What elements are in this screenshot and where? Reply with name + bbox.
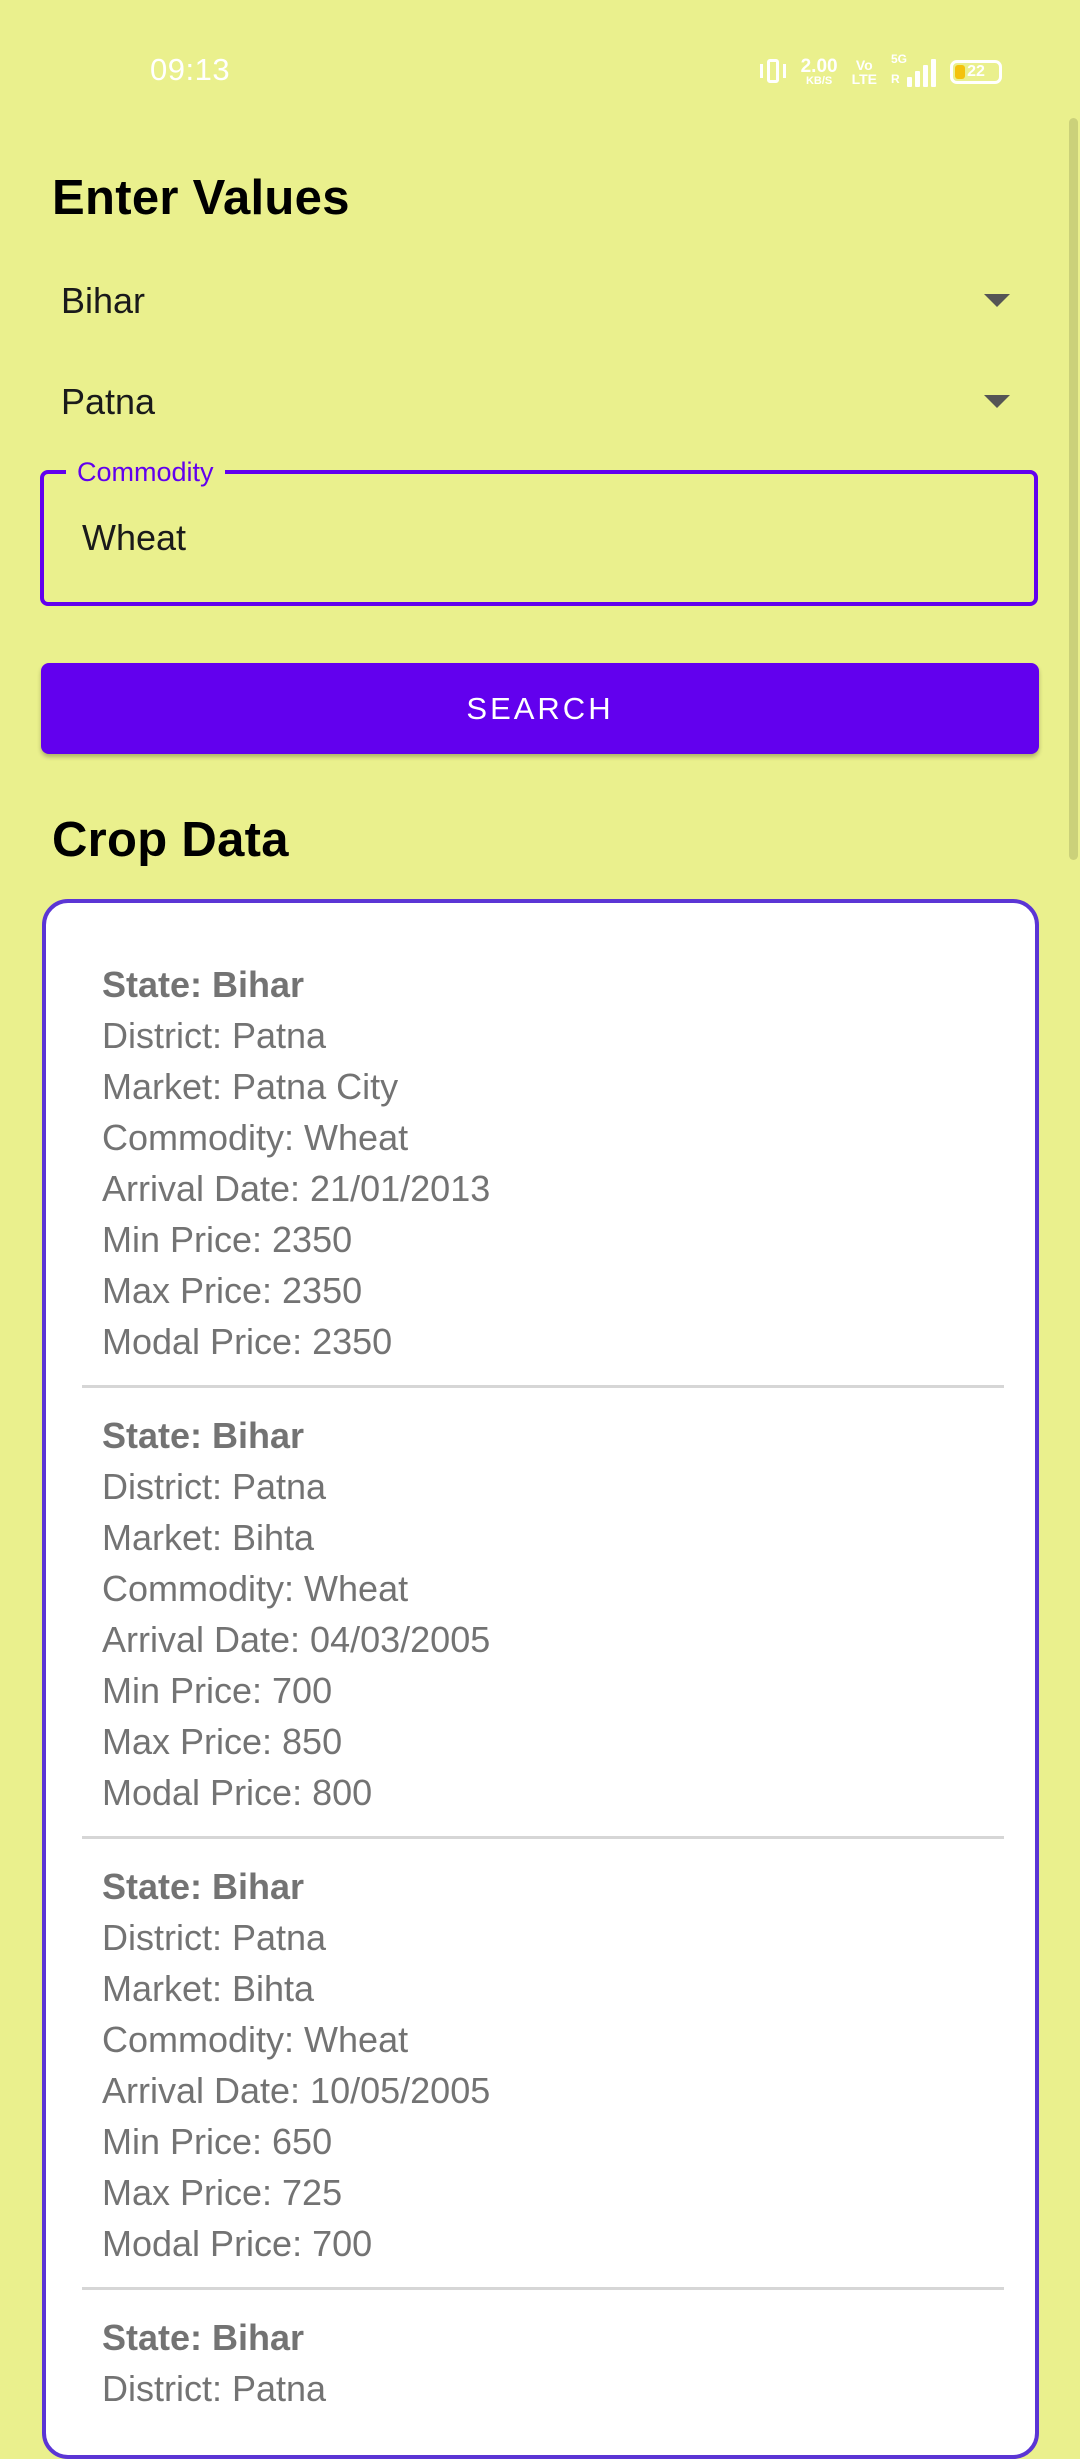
district-dropdown-value: Patna [61,381,156,422]
record-arrival-date: Arrival Date: 04/03/2005 [102,1619,491,1660]
record-commodity: Commodity: Wheat [102,2019,409,2060]
record-modal-price: Modal Price: 700 [102,2223,373,2264]
network-speed-value: 2.00 [800,56,838,77]
record-district: District: Patna [102,1466,327,1507]
record-state: State: Bihar [102,1866,305,1907]
list-item[interactable]: State: Bihar District: Patna Market: Pat… [82,959,1004,1367]
record-arrival-date: Arrival Date: 21/01/2013 [102,1168,491,1209]
record-state: State: Bihar [102,2317,305,2358]
battery-level: 22 [967,63,985,80]
record-modal-price: Modal Price: 2350 [102,1321,393,1362]
record-max-price: Max Price: 725 [102,2172,343,2213]
network-speed: 2.00 KB/S [801,57,838,87]
record-district: District: Patna [102,1917,327,1958]
search-button[interactable]: SEARCH [41,663,1039,754]
scrollbar-thumb[interactable] [1069,118,1078,860]
vibrate-icon [759,57,787,87]
record-state: State: Bihar [102,964,305,1005]
network-speed-unit: KB/S [805,75,833,87]
record-modal-price: Modal Price: 800 [102,1772,373,1813]
dropdown-arrow-icon [984,294,1010,307]
list-item[interactable]: State: Bihar District: Patna Market: Bih… [82,1410,1004,1818]
record-market: Market: Patna City [102,1066,399,1107]
crop-data-list[interactable]: State: Bihar District: Patna Market: Pat… [42,899,1039,2459]
district-dropdown[interactable]: Patna [40,357,1040,447]
list-divider [82,1385,1004,1388]
commodity-field[interactable]: Commodity [40,455,1038,606]
status-icons: 2.00 KB/S Vo LTE 5G R 22 [759,52,1002,92]
record-min-price: Min Price: 2350 [102,1219,353,1260]
network-sub: R [891,72,900,86]
form-title: Enter Values [52,171,350,225]
state-dropdown-value: Bihar [61,280,146,321]
record-commodity: Commodity: Wheat [102,1568,409,1609]
volte-icon: Vo LTE [852,58,877,86]
record-commodity: Commodity: Wheat [102,1117,409,1158]
record-district: District: Patna [102,1015,327,1056]
list-divider [82,2287,1004,2290]
list-item[interactable]: State: Bihar District: Patna [82,2312,1004,2414]
record-state: State: Bihar [102,1415,305,1456]
record-max-price: Max Price: 850 [102,1721,343,1762]
dropdown-arrow-icon [984,395,1010,408]
signal-icon: 5G R [891,53,936,87]
record-min-price: Min Price: 700 [102,1670,333,1711]
network-type: 5G [891,52,908,66]
list-divider [82,1836,1004,1839]
commodity-field-label: Commodity [66,455,225,489]
results-title: Crop Data [52,813,289,867]
record-market: Market: Bihta [102,1968,315,2009]
battery-icon: 22 [950,60,1002,84]
commodity-input[interactable] [82,510,982,566]
record-max-price: Max Price: 2350 [102,1270,363,1311]
state-dropdown[interactable]: Bihar [40,256,1040,346]
record-market: Market: Bihta [102,1517,315,1558]
volte-bottom: LTE [851,71,877,87]
record-district: District: Patna [102,2368,327,2409]
volte-top: Vo [855,57,873,73]
status-time: 09:13 [150,52,231,87]
record-min-price: Min Price: 650 [102,2121,333,2162]
list-item[interactable]: State: Bihar District: Patna Market: Bih… [82,1861,1004,2269]
status-bar: 09:13 2.00 KB/S Vo LTE 5G R 22 [0,0,1080,140]
record-arrival-date: Arrival Date: 10/05/2005 [102,2070,491,2111]
